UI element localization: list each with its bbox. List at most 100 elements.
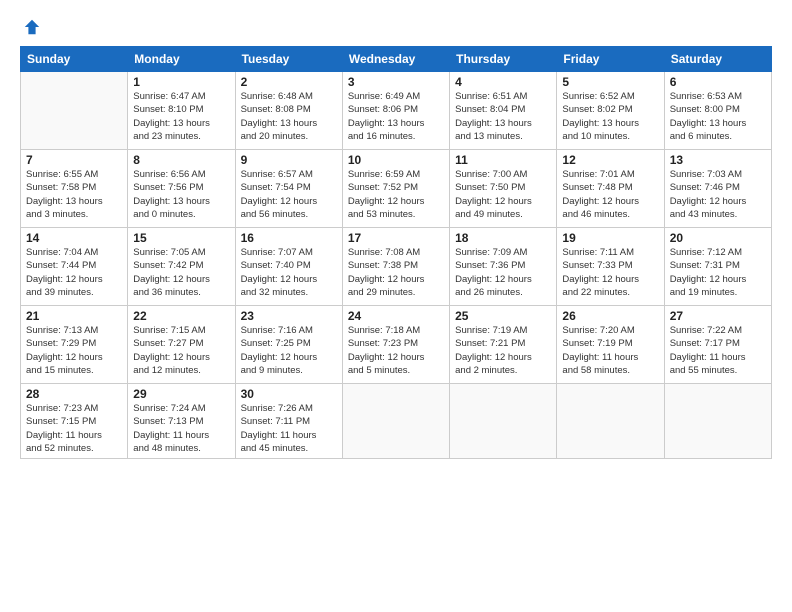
day-number: 21 [26,309,122,323]
calendar-cell: 30Sunrise: 7:26 AM Sunset: 7:11 PM Dayli… [235,384,342,459]
day-info: Sunrise: 6:48 AM Sunset: 8:08 PM Dayligh… [241,90,337,143]
calendar-header-row: SundayMondayTuesdayWednesdayThursdayFrid… [21,47,772,72]
day-number: 27 [670,309,766,323]
day-info: Sunrise: 7:00 AM Sunset: 7:50 PM Dayligh… [455,168,551,221]
calendar-cell [557,384,664,459]
day-info: Sunrise: 6:53 AM Sunset: 8:00 PM Dayligh… [670,90,766,143]
day-number: 20 [670,231,766,245]
calendar-table: SundayMondayTuesdayWednesdayThursdayFrid… [20,46,772,459]
calendar-cell: 19Sunrise: 7:11 AM Sunset: 7:33 PM Dayli… [557,228,664,306]
day-number: 9 [241,153,337,167]
day-info: Sunrise: 6:55 AM Sunset: 7:58 PM Dayligh… [26,168,122,221]
calendar-cell: 4Sunrise: 6:51 AM Sunset: 8:04 PM Daylig… [450,72,557,150]
day-info: Sunrise: 7:19 AM Sunset: 7:21 PM Dayligh… [455,324,551,377]
calendar-cell: 9Sunrise: 6:57 AM Sunset: 7:54 PM Daylig… [235,150,342,228]
day-number: 23 [241,309,337,323]
calendar-cell: 16Sunrise: 7:07 AM Sunset: 7:40 PM Dayli… [235,228,342,306]
calendar-header-wednesday: Wednesday [342,47,449,72]
calendar-header-monday: Monday [128,47,235,72]
day-info: Sunrise: 7:22 AM Sunset: 7:17 PM Dayligh… [670,324,766,377]
calendar-week-row: 21Sunrise: 7:13 AM Sunset: 7:29 PM Dayli… [21,306,772,384]
day-number: 8 [133,153,229,167]
calendar-cell: 11Sunrise: 7:00 AM Sunset: 7:50 PM Dayli… [450,150,557,228]
day-info: Sunrise: 6:56 AM Sunset: 7:56 PM Dayligh… [133,168,229,221]
day-number: 29 [133,387,229,401]
day-info: Sunrise: 7:26 AM Sunset: 7:11 PM Dayligh… [241,402,337,455]
calendar-cell: 6Sunrise: 6:53 AM Sunset: 8:00 PM Daylig… [664,72,771,150]
calendar-cell: 15Sunrise: 7:05 AM Sunset: 7:42 PM Dayli… [128,228,235,306]
day-number: 5 [562,75,658,89]
calendar-cell: 28Sunrise: 7:23 AM Sunset: 7:15 PM Dayli… [21,384,128,459]
calendar-cell: 14Sunrise: 7:04 AM Sunset: 7:44 PM Dayli… [21,228,128,306]
calendar-cell: 8Sunrise: 6:56 AM Sunset: 7:56 PM Daylig… [128,150,235,228]
calendar-cell [342,384,449,459]
calendar-cell: 25Sunrise: 7:19 AM Sunset: 7:21 PM Dayli… [450,306,557,384]
day-info: Sunrise: 6:57 AM Sunset: 7:54 PM Dayligh… [241,168,337,221]
calendar-header-thursday: Thursday [450,47,557,72]
day-info: Sunrise: 6:51 AM Sunset: 8:04 PM Dayligh… [455,90,551,143]
day-number: 24 [348,309,444,323]
day-info: Sunrise: 7:15 AM Sunset: 7:27 PM Dayligh… [133,324,229,377]
day-number: 26 [562,309,658,323]
day-number: 18 [455,231,551,245]
calendar-cell: 2Sunrise: 6:48 AM Sunset: 8:08 PM Daylig… [235,72,342,150]
day-number: 3 [348,75,444,89]
calendar-cell: 21Sunrise: 7:13 AM Sunset: 7:29 PM Dayli… [21,306,128,384]
calendar-cell: 17Sunrise: 7:08 AM Sunset: 7:38 PM Dayli… [342,228,449,306]
day-info: Sunrise: 7:09 AM Sunset: 7:36 PM Dayligh… [455,246,551,299]
day-number: 19 [562,231,658,245]
day-number: 17 [348,231,444,245]
day-number: 1 [133,75,229,89]
calendar-header-friday: Friday [557,47,664,72]
day-info: Sunrise: 7:20 AM Sunset: 7:19 PM Dayligh… [562,324,658,377]
day-number: 14 [26,231,122,245]
calendar-cell: 27Sunrise: 7:22 AM Sunset: 7:17 PM Dayli… [664,306,771,384]
day-info: Sunrise: 6:47 AM Sunset: 8:10 PM Dayligh… [133,90,229,143]
calendar-cell: 26Sunrise: 7:20 AM Sunset: 7:19 PM Dayli… [557,306,664,384]
calendar-header-tuesday: Tuesday [235,47,342,72]
day-number: 15 [133,231,229,245]
calendar-cell [450,384,557,459]
calendar-cell: 1Sunrise: 6:47 AM Sunset: 8:10 PM Daylig… [128,72,235,150]
calendar-header-saturday: Saturday [664,47,771,72]
calendar-week-row: 1Sunrise: 6:47 AM Sunset: 8:10 PM Daylig… [21,72,772,150]
calendar-week-row: 14Sunrise: 7:04 AM Sunset: 7:44 PM Dayli… [21,228,772,306]
calendar-week-row: 7Sunrise: 6:55 AM Sunset: 7:58 PM Daylig… [21,150,772,228]
calendar-week-row: 28Sunrise: 7:23 AM Sunset: 7:15 PM Dayli… [21,384,772,459]
day-info: Sunrise: 7:08 AM Sunset: 7:38 PM Dayligh… [348,246,444,299]
header [20,18,772,36]
day-info: Sunrise: 7:16 AM Sunset: 7:25 PM Dayligh… [241,324,337,377]
calendar-cell: 7Sunrise: 6:55 AM Sunset: 7:58 PM Daylig… [21,150,128,228]
day-number: 7 [26,153,122,167]
logo-icon [23,18,41,36]
logo [20,18,41,36]
day-number: 16 [241,231,337,245]
day-number: 4 [455,75,551,89]
day-info: Sunrise: 7:18 AM Sunset: 7:23 PM Dayligh… [348,324,444,377]
calendar-cell: 3Sunrise: 6:49 AM Sunset: 8:06 PM Daylig… [342,72,449,150]
day-info: Sunrise: 7:13 AM Sunset: 7:29 PM Dayligh… [26,324,122,377]
day-info: Sunrise: 7:07 AM Sunset: 7:40 PM Dayligh… [241,246,337,299]
day-info: Sunrise: 6:52 AM Sunset: 8:02 PM Dayligh… [562,90,658,143]
day-number: 22 [133,309,229,323]
calendar-cell: 12Sunrise: 7:01 AM Sunset: 7:48 PM Dayli… [557,150,664,228]
calendar-cell [21,72,128,150]
day-number: 30 [241,387,337,401]
calendar-cell: 23Sunrise: 7:16 AM Sunset: 7:25 PM Dayli… [235,306,342,384]
calendar-cell: 5Sunrise: 6:52 AM Sunset: 8:02 PM Daylig… [557,72,664,150]
day-info: Sunrise: 7:01 AM Sunset: 7:48 PM Dayligh… [562,168,658,221]
calendar-cell: 10Sunrise: 6:59 AM Sunset: 7:52 PM Dayli… [342,150,449,228]
day-info: Sunrise: 6:49 AM Sunset: 8:06 PM Dayligh… [348,90,444,143]
day-info: Sunrise: 7:11 AM Sunset: 7:33 PM Dayligh… [562,246,658,299]
day-number: 25 [455,309,551,323]
day-info: Sunrise: 7:05 AM Sunset: 7:42 PM Dayligh… [133,246,229,299]
calendar-cell: 29Sunrise: 7:24 AM Sunset: 7:13 PM Dayli… [128,384,235,459]
day-number: 13 [670,153,766,167]
day-number: 10 [348,153,444,167]
day-info: Sunrise: 6:59 AM Sunset: 7:52 PM Dayligh… [348,168,444,221]
calendar-cell: 13Sunrise: 7:03 AM Sunset: 7:46 PM Dayli… [664,150,771,228]
day-info: Sunrise: 7:04 AM Sunset: 7:44 PM Dayligh… [26,246,122,299]
calendar-cell: 18Sunrise: 7:09 AM Sunset: 7:36 PM Dayli… [450,228,557,306]
day-number: 6 [670,75,766,89]
calendar-cell: 20Sunrise: 7:12 AM Sunset: 7:31 PM Dayli… [664,228,771,306]
